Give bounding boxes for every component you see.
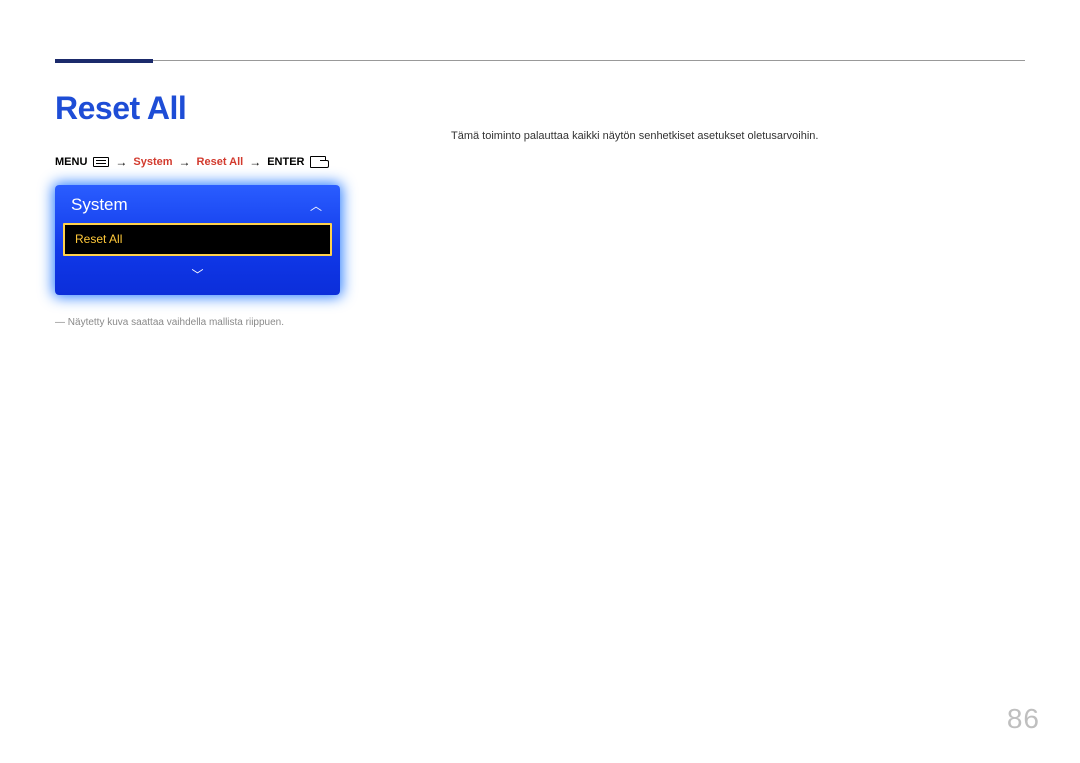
arrow-icon: → <box>179 155 191 169</box>
feature-description: Tämä toiminto palauttaa kaikki näytön se… <box>451 130 818 142</box>
breadcrumb-reset: Reset All <box>197 156 244 168</box>
separator-line <box>55 60 1025 61</box>
breadcrumb-system: System <box>133 156 172 168</box>
chevron-up-icon: ︿ <box>310 197 322 214</box>
breadcrumb: MENU → System → Reset All → ENTER <box>55 155 1025 169</box>
image-note: Näytetty kuva saattaa vaihdella mallista… <box>55 317 1025 328</box>
separator-accent <box>55 59 153 63</box>
chevron-down-icon: ﹀ <box>55 266 340 295</box>
page-number: 86 <box>1007 703 1040 735</box>
osd-menu-header: System ︿ <box>55 185 340 223</box>
osd-menu-title: System <box>71 195 128 215</box>
osd-menu-item-reset-all[interactable]: Reset All <box>63 223 332 256</box>
osd-menu: System ︿ Reset All ﹀ <box>55 185 340 295</box>
arrow-icon: → <box>115 155 127 169</box>
page-title: Reset All <box>55 90 1025 127</box>
enter-icon <box>310 156 326 168</box>
breadcrumb-enter-label: ENTER <box>267 156 304 168</box>
breadcrumb-menu-label: MENU <box>55 156 87 168</box>
arrow-icon: → <box>249 155 261 169</box>
menu-icon <box>93 157 109 167</box>
